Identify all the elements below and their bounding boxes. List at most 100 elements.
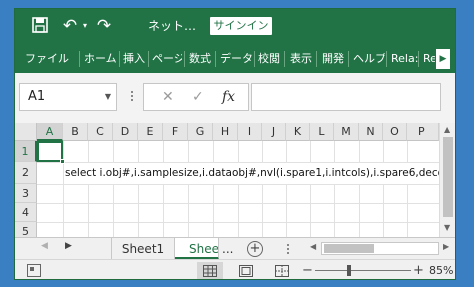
add-sheet-icon[interactable]: + [247, 241, 263, 257]
horizontal-scrollbar[interactable] [321, 242, 439, 255]
column-header-p[interactable]: P [407, 123, 439, 141]
column-header-c[interactable]: C [88, 123, 113, 141]
page-layout-view-icon[interactable] [233, 262, 259, 279]
more-sheets-button[interactable]: ... [222, 238, 233, 260]
scroll-right-icon[interactable]: ▶ [443, 242, 449, 251]
tab-help[interactable]: ヘルプ [353, 51, 385, 67]
page-break-view-icon[interactable] [269, 262, 295, 279]
undo-dropdown-icon[interactable]: ▾ [81, 16, 89, 36]
insert-function-icon[interactable]: fx [222, 88, 235, 106]
macro-recording-icon[interactable] [27, 264, 41, 277]
normal-view-icon[interactable] [197, 262, 223, 279]
row-header-5[interactable]: 5 [15, 222, 37, 237]
tab-review[interactable]: 校閲 [258, 51, 280, 67]
cancel-icon[interactable]: ✕ [162, 88, 174, 106]
zoom-slider-thumb[interactable] [346, 265, 351, 276]
resize-grip-icon[interactable] [127, 91, 137, 103]
formula-input[interactable] [251, 83, 441, 111]
tab-separator [119, 51, 120, 67]
column-header-n[interactable]: N [359, 123, 383, 141]
tab-separator [348, 51, 349, 67]
vertical-scrollbar[interactable]: ▲ ▼ [439, 123, 455, 237]
scroll-down-icon[interactable]: ▼ [444, 223, 450, 232]
tab-separator [386, 51, 387, 67]
tab-separator [215, 51, 216, 67]
gridline [359, 184, 360, 237]
row-header-4[interactable]: 4 [15, 203, 37, 222]
formula-row: A1 ▼ ✕ ✓ fx [15, 73, 455, 123]
column-header-j[interactable]: J [262, 123, 286, 141]
sheet-nav-next-icon[interactable]: ▶ [65, 241, 72, 251]
gridline [213, 141, 214, 162]
gridline [138, 184, 139, 237]
column-header-k[interactable]: K [286, 123, 310, 141]
tab-separator [284, 51, 285, 67]
grip-dot [131, 99, 133, 101]
gridline [213, 184, 214, 237]
column-header-a[interactable]: A [37, 123, 63, 141]
worksheet-grid[interactable]: A B C D E F G H I J K L M N O P 1 2 3 4 … [15, 123, 439, 237]
horizontal-scroll-thumb[interactable] [324, 244, 374, 253]
column-header-o[interactable]: O [383, 123, 407, 141]
gridline [262, 141, 263, 162]
tab-file[interactable]: ファイル [25, 51, 69, 67]
gridline [188, 141, 189, 162]
tab-view[interactable]: 表示 [290, 51, 312, 67]
enter-check-icon[interactable]: ✓ [192, 88, 204, 106]
column-header-d[interactable]: D [113, 123, 138, 141]
select-all-corner[interactable] [15, 123, 37, 141]
gridline [163, 184, 164, 237]
ribbon-scroll-right-icon[interactable]: ▶ [436, 49, 450, 69]
scroll-up-icon[interactable]: ▲ [444, 125, 450, 134]
scroll-left-icon[interactable]: ◀ [310, 242, 316, 251]
vertical-scroll-thumb[interactable] [443, 137, 453, 217]
column-header-g[interactable]: G [188, 123, 213, 141]
name-box[interactable]: A1 ▼ [19, 83, 117, 111]
signin-button[interactable]: サインイン [210, 17, 272, 35]
gridline [359, 141, 360, 162]
zoom-in-button[interactable]: + [413, 262, 424, 279]
column-header-m[interactable]: M [334, 123, 359, 141]
sheet-tab-sheet1[interactable]: Sheet1 [111, 238, 175, 260]
save-icon[interactable] [31, 16, 49, 36]
tab-formulas[interactable]: 数式 [189, 51, 211, 67]
tab-developer[interactable]: 開発 [322, 51, 344, 67]
undo-icon[interactable]: ↶ [61, 16, 79, 36]
column-header-b[interactable]: B [63, 123, 88, 141]
gridline [188, 184, 189, 237]
gridline [286, 184, 287, 237]
redo-icon[interactable]: ↷ [95, 16, 113, 36]
sheet-tab-bar: ◀ ▶ Sheet1 Sheet2 ... + ◀ ▶ [15, 237, 455, 260]
sheet-tab-sheet2[interactable]: Sheet2 [175, 238, 219, 260]
column-header-e[interactable]: E [138, 123, 163, 141]
zoom-level[interactable]: 85% [429, 263, 453, 279]
tab-insert[interactable]: 挿入 [123, 51, 145, 67]
row-header-2[interactable]: 2 [15, 162, 37, 184]
tab-rela-1[interactable]: Rela: [391, 51, 418, 67]
tab-rela-2[interactable]: Rela: [423, 51, 435, 67]
column-header-i[interactable]: I [238, 123, 262, 141]
tab-split-grip-icon[interactable] [286, 244, 290, 254]
gridline [310, 141, 311, 162]
tab-page-layout[interactable]: ページ [152, 51, 182, 67]
row-header-1[interactable]: 1 [15, 141, 37, 162]
name-box-dropdown-icon[interactable]: ▼ [105, 84, 111, 110]
zoom-out-button[interactable]: − [302, 262, 313, 279]
tab-separator [79, 51, 80, 67]
tab-home[interactable]: ホーム [84, 51, 117, 67]
gridline [334, 184, 335, 237]
cell-b2[interactable]: select i.obj#,i.samplesize,i.dataobj#,nv… [65, 162, 439, 184]
column-header-h[interactable]: H [213, 123, 238, 141]
zoom-slider[interactable] [315, 270, 411, 271]
gridline [286, 141, 287, 162]
gridline [407, 141, 408, 162]
row-header-3[interactable]: 3 [15, 184, 37, 203]
gridline [163, 141, 164, 162]
tab-data[interactable]: データ [220, 51, 252, 67]
sheet-nav-prev-icon[interactable]: ◀ [41, 241, 48, 251]
gridline [37, 184, 439, 185]
tab-separator [148, 51, 149, 67]
column-header-f[interactable]: F [163, 123, 188, 141]
formula-buttons: ✕ ✓ fx [143, 83, 249, 111]
column-header-l[interactable]: L [310, 123, 334, 141]
